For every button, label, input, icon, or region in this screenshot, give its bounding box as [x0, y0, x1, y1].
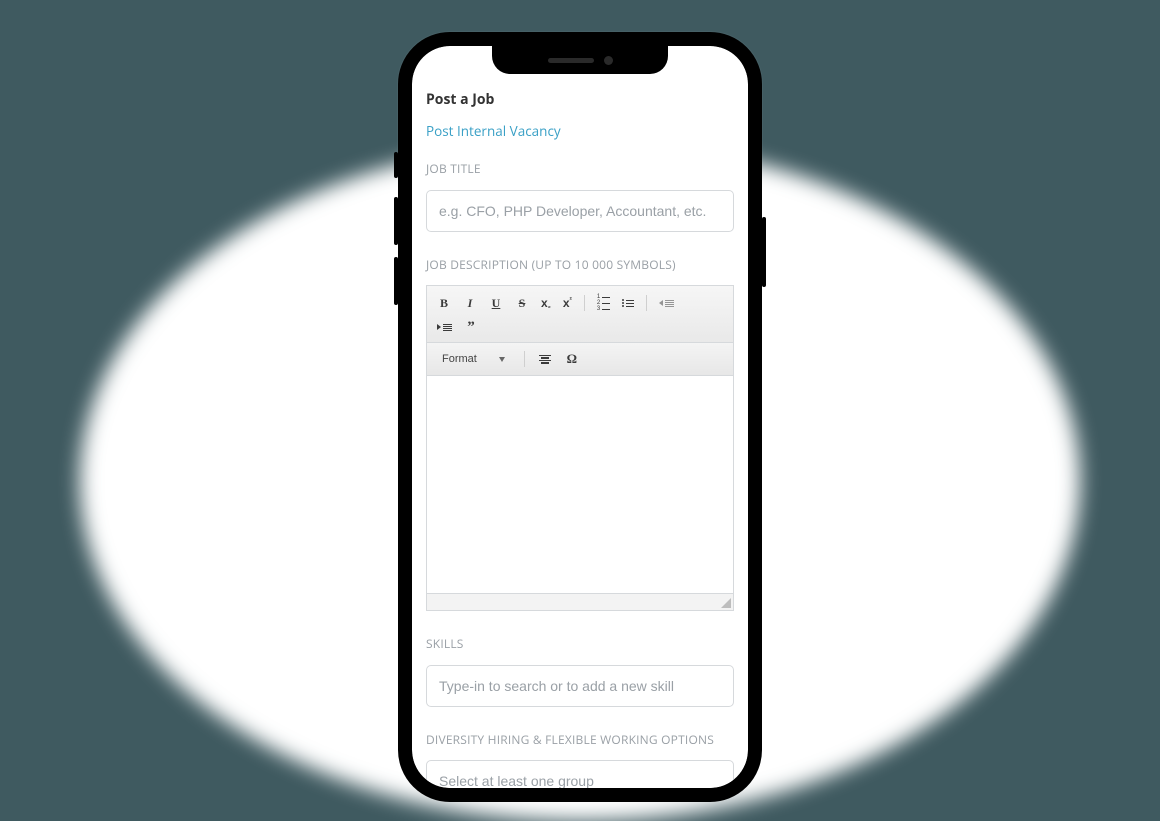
italic-icon[interactable]: I: [461, 294, 479, 312]
label-skills: SKILLS: [426, 633, 734, 655]
toolbar-separator: [646, 295, 647, 311]
field-job-title: JOB TITLE: [426, 158, 734, 232]
field-diversity: DIVERSITY HIRING & FLEXIBLE WORKING OPTI…: [426, 729, 734, 788]
label-job-description: JOB DESCRIPTION (UP TO 10 000 SYMBOLS): [426, 254, 734, 276]
job-title-input[interactable]: [426, 190, 734, 232]
job-description-textarea[interactable]: [427, 376, 733, 594]
screen: Post a Job Post Internal Vacancy JOB TIT…: [412, 46, 748, 788]
phone-mute-switch: [394, 152, 398, 178]
field-job-description: JOB DESCRIPTION (UP TO 10 000 SYMBOLS) B…: [426, 254, 734, 612]
editor-toolbar-secondary: Format Ω: [427, 343, 733, 376]
outdent-icon[interactable]: [657, 294, 676, 312]
page-title: Post a Job: [426, 90, 734, 109]
align-icon[interactable]: [537, 350, 553, 368]
phone-volume-up: [394, 197, 398, 245]
label-job-title: JOB TITLE: [426, 158, 734, 180]
diversity-input[interactable]: [426, 760, 734, 788]
chevron-down-icon: [499, 357, 505, 362]
skills-input[interactable]: [426, 665, 734, 707]
indent-icon[interactable]: [435, 318, 454, 336]
subscript-icon[interactable]: x₂: [539, 294, 553, 312]
superscript-icon[interactable]: x²: [561, 294, 574, 312]
editor-statusbar: [427, 594, 733, 610]
underline-icon[interactable]: U: [487, 294, 505, 312]
phone-power-button: [762, 217, 766, 287]
special-char-icon[interactable]: Ω: [563, 350, 581, 368]
phone-speaker: [548, 58, 594, 63]
phone-frame: Post a Job Post Internal Vacancy JOB TIT…: [398, 32, 762, 802]
rich-text-editor: B I U S x₂ x² 1 2 3: [426, 285, 734, 611]
blockquote-icon[interactable]: ”: [462, 318, 480, 336]
unordered-list-icon[interactable]: [620, 294, 636, 312]
resize-grip-icon[interactable]: [721, 598, 731, 608]
toolbar-separator: [524, 351, 525, 367]
field-skills: SKILLS: [426, 633, 734, 707]
label-diversity: DIVERSITY HIRING & FLEXIBLE WORKING OPTI…: [426, 729, 734, 751]
editor-toolbar: B I U S x₂ x² 1 2 3: [427, 286, 733, 343]
format-dropdown[interactable]: Format: [435, 349, 512, 369]
phone-camera: [604, 56, 613, 65]
post-internal-vacancy-link[interactable]: Post Internal Vacancy: [426, 122, 561, 140]
toolbar-separator: [584, 295, 585, 311]
strikethrough-icon[interactable]: S: [513, 294, 531, 312]
ordered-list-icon[interactable]: 1 2 3: [595, 294, 612, 312]
bold-icon[interactable]: B: [435, 294, 453, 312]
phone-notch: [492, 46, 668, 74]
phone-volume-down: [394, 257, 398, 305]
format-dropdown-label: Format: [442, 353, 477, 365]
